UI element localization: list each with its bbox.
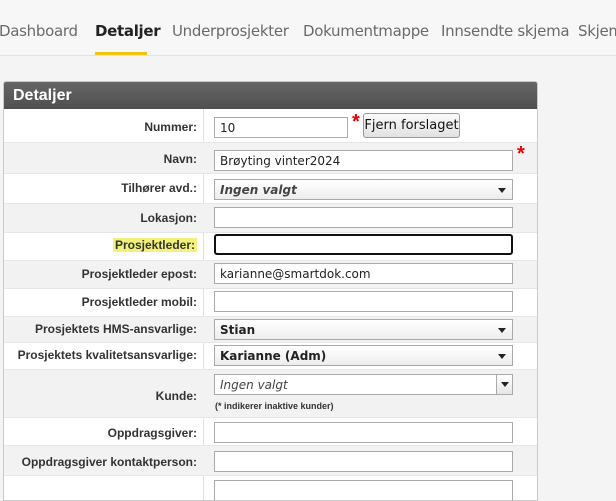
kunde-combobox[interactable]: Ingen valgt: [214, 374, 513, 395]
row-kvalitet: Prosjektets kvalitetsansvarlige: Kariann…: [4, 343, 537, 370]
row-nummer: Nummer: 10 * Fjern forslaget: [4, 109, 537, 143]
hms-select[interactable]: Stian: [214, 319, 513, 340]
row-kunde: Kunde: Ingen valgt (* indikerer inaktive…: [4, 370, 537, 418]
lokasjon-input[interactable]: [214, 207, 513, 228]
oppdragsgiver-kontakt-input[interactable]: [214, 451, 513, 472]
row-lokasjon: Lokasjon:: [4, 204, 537, 233]
partial-input[interactable]: [214, 480, 513, 500]
kvalitet-value: Karianne (Adm): [220, 349, 327, 363]
panel-title: Detaljer: [4, 82, 537, 109]
navn-input[interactable]: Brøyting vinter2024: [214, 150, 513, 171]
prosjektleder-epost-input[interactable]: karianne@smartdok.com: [214, 263, 513, 284]
chevron-down-icon: [498, 354, 506, 359]
oppdragsgiver-kontakt-label: Oppdragsgiver kontaktperson:: [21, 455, 197, 469]
navn-label: Navn:: [163, 152, 197, 166]
row-navn: Navn: Brøyting vinter2024 *: [4, 143, 537, 174]
prosjektleder-epost-label: Prosjektleder epost:: [81, 267, 197, 281]
required-marker: *: [352, 111, 360, 133]
kunde-dropdown-button[interactable]: [496, 375, 512, 394]
oppdragsgiver-input[interactable]: [214, 422, 513, 443]
required-marker: *: [517, 143, 525, 165]
tab-dashboard[interactable]: Dashboard: [0, 22, 78, 40]
chevron-down-icon: [501, 382, 509, 387]
lokasjon-label: Lokasjon:: [140, 211, 197, 225]
fjern-forslaget-button[interactable]: Fjern forslaget: [363, 113, 460, 138]
kunde-value: Ingen valgt: [220, 378, 288, 392]
kvalitet-label: Prosjektets kvalitetsansvarlige:: [17, 348, 197, 362]
prosjektleder-input[interactable]: [214, 234, 513, 255]
avdeling-value: Ingen valgt: [220, 183, 297, 197]
prosjektleder-mobil-input[interactable]: [214, 291, 513, 312]
row-prosjektleder: Prosjektleder:: [4, 233, 537, 261]
tab-underprosjekter[interactable]: Underprosjekter: [172, 22, 289, 40]
avdeling-label: Tilhører avd.:: [121, 181, 197, 195]
tab-innsendte-skjema[interactable]: Innsendte skjema: [441, 22, 570, 40]
tab-bar: Dashboard Detaljer Underprosjekter Dokum…: [0, 0, 616, 56]
nummer-label: Nummer:: [144, 120, 197, 134]
hms-value: Stian: [220, 323, 256, 337]
active-tab-indicator: [95, 52, 147, 55]
row-avdeling: Tilhører avd.: Ingen valgt: [4, 174, 537, 204]
avdeling-select[interactable]: Ingen valgt: [214, 179, 513, 200]
row-oppdragsgiver-kontakt: Oppdragsgiver kontaktperson:: [4, 446, 537, 476]
row-hms: Prosjektets HMS-ansvarlige: Stian: [4, 317, 537, 343]
oppdragsgiver-label: Oppdragsgiver:: [107, 426, 197, 440]
row-oppdragsgiver: Oppdragsgiver:: [4, 418, 537, 446]
kvalitet-select[interactable]: Karianne (Adm): [214, 345, 513, 366]
details-panel: Detaljer Nummer: 10 * Fjern forslaget Na…: [3, 81, 538, 501]
kunde-hint: (* indikerer inaktive kunder): [215, 401, 334, 411]
tab-detaljer[interactable]: Detaljer: [95, 22, 161, 40]
prosjektleder-mobil-label: Prosjektleder mobil:: [81, 295, 197, 309]
row-prosjektleder-epost: Prosjektleder epost: karianne@smartdok.c…: [4, 261, 537, 289]
nummer-input[interactable]: 10: [214, 117, 348, 138]
hms-label: Prosjektets HMS-ansvarlige:: [34, 322, 197, 336]
kunde-label: Kunde:: [155, 389, 197, 403]
tab-dokumentmappe[interactable]: Dokumentmappe: [303, 22, 429, 40]
prosjektleder-label: Prosjektleder:: [112, 238, 197, 252]
row-prosjektleder-mobil: Prosjektleder mobil:: [4, 289, 537, 317]
tab-skjema[interactable]: Skjem: [578, 22, 616, 40]
row-partial: [4, 476, 537, 500]
chevron-down-icon: [498, 328, 506, 333]
chevron-down-icon: [498, 188, 506, 193]
